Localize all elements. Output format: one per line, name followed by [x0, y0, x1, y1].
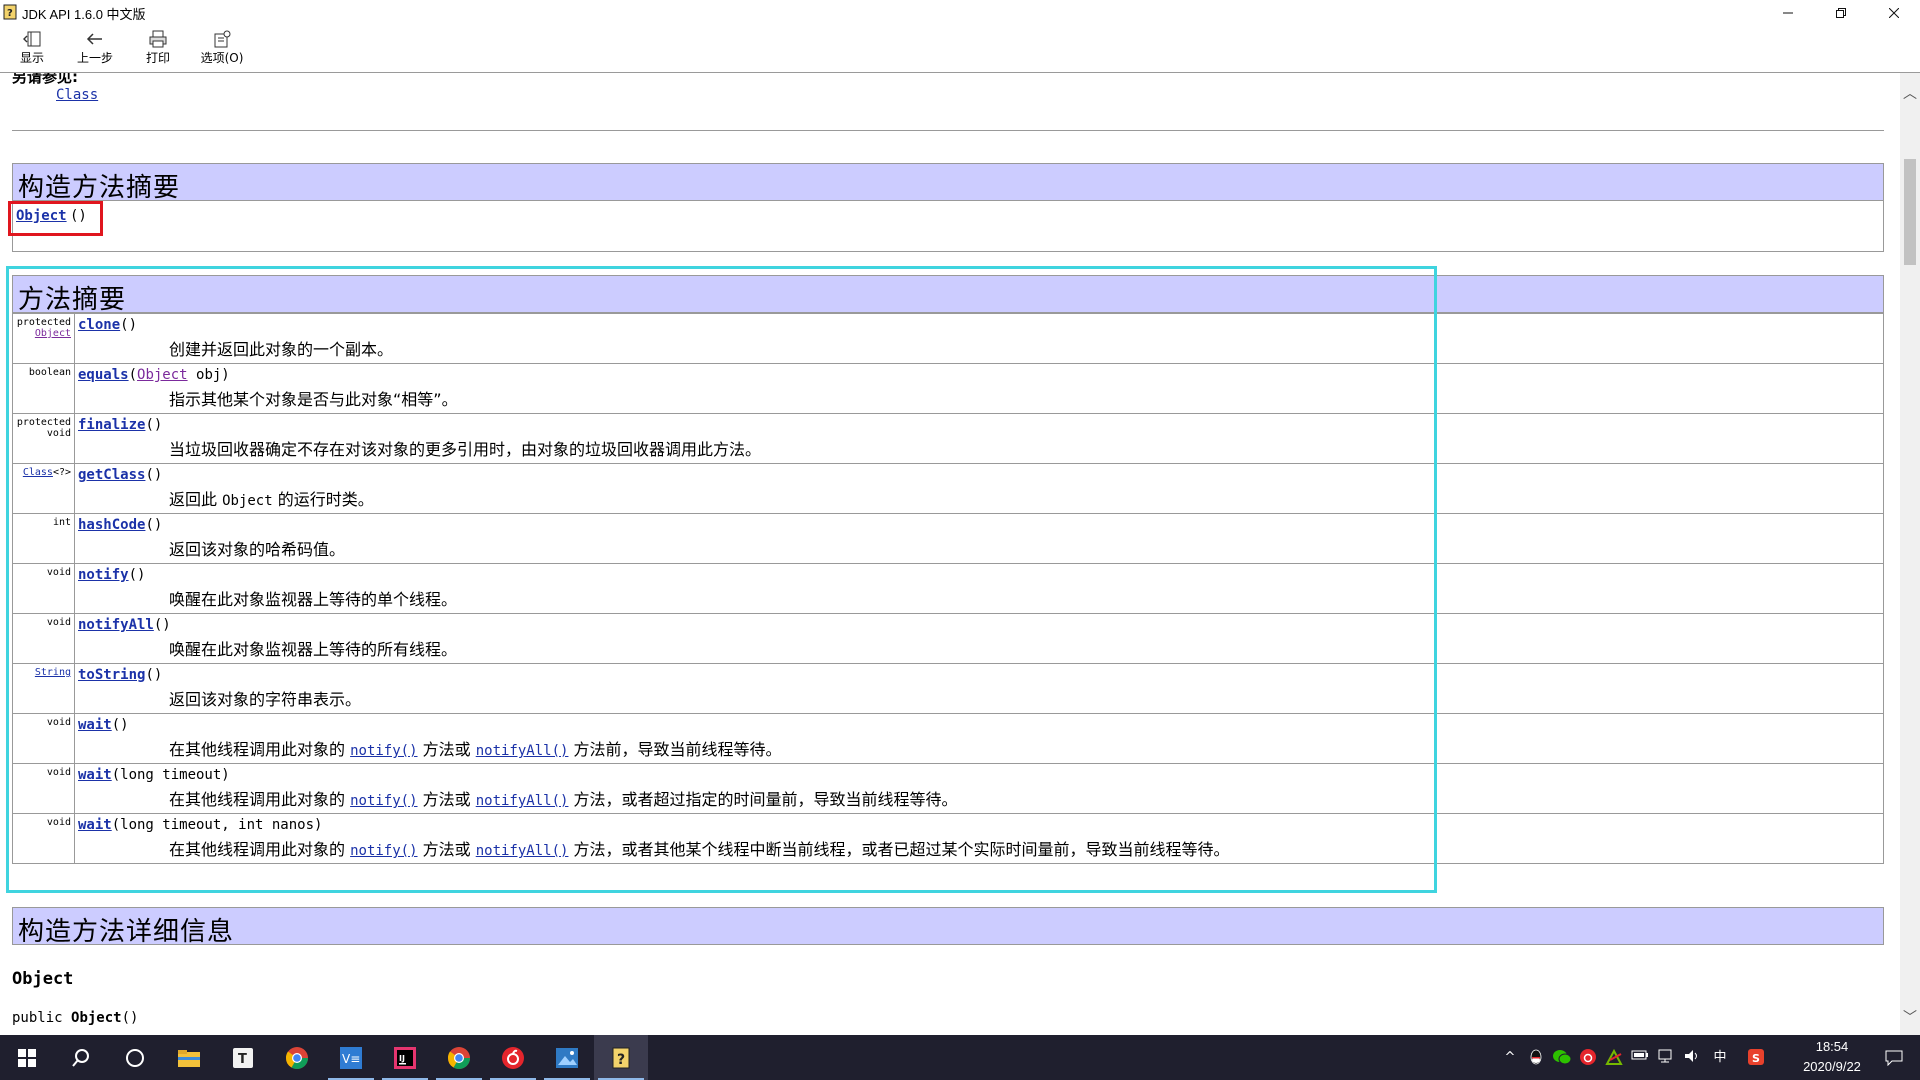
signature-modifier: public: [12, 1010, 72, 1026]
show-hidden-icons-chevron[interactable]: ^: [1500, 1048, 1520, 1068]
svg-text:T: T: [238, 1052, 247, 1067]
svg-text:?: ?: [617, 1052, 625, 1068]
battery-icon[interactable]: [1630, 1048, 1650, 1068]
back-button[interactable]: 上一步: [70, 28, 120, 70]
constructor-summary-title: 构造方法摘要: [18, 173, 181, 203]
scrollbar-thumb[interactable]: [1904, 159, 1916, 265]
sogou-icon[interactable]: S: [1746, 1048, 1766, 1068]
close-icon: [1889, 7, 1899, 18]
restore-button[interactable]: [1818, 0, 1864, 25]
volume-icon[interactable]: [1682, 1048, 1702, 1068]
intellij-idea-icon[interactable]: IJ: [378, 1035, 432, 1080]
constructor-row: Object (): [12, 201, 1884, 252]
constructor-detail-title: 构造方法详细信息: [18, 917, 235, 947]
netease-music-icon[interactable]: [486, 1035, 540, 1080]
scroll-up-arrow-icon[interactable]: ︿: [1900, 83, 1920, 103]
window-title: JDK API 1.6.0 中文版: [22, 7, 146, 22]
vertical-scrollbar[interactable]: ︿ ﹀: [1900, 73, 1920, 1035]
scroll-down-arrow-icon[interactable]: ﹀: [1900, 1007, 1920, 1027]
clock-time[interactable]: 18:54: [1800, 1039, 1864, 1054]
netease-music-tray-icon[interactable]: [1578, 1048, 1598, 1068]
restore-icon: [1836, 7, 1846, 18]
print-button[interactable]: 打印: [138, 28, 178, 70]
svg-text:S: S: [1752, 1052, 1760, 1065]
input-method-indicator[interactable]: 中: [1710, 1048, 1730, 1068]
nvidia-icon[interactable]: [1604, 1048, 1624, 1068]
photos-icon[interactable]: [540, 1035, 594, 1080]
show-label: 显示: [19, 51, 44, 65]
svg-text:V≡: V≡: [342, 1052, 360, 1066]
chrome-icon[interactable]: [432, 1035, 486, 1080]
qq-icon[interactable]: [1526, 1048, 1546, 1068]
options-label: 选项(O): [200, 51, 244, 65]
see-also-label: 另请参见:: [12, 73, 78, 86]
printer-icon: [149, 30, 167, 48]
document-viewport[interactable]: 另请参见: Class 构造方法摘要 Object () 方法摘要 protec…: [0, 73, 1900, 1035]
network-icon[interactable]: [1656, 1048, 1676, 1068]
search-icon[interactable]: [54, 1035, 108, 1080]
constructor-detail-name: Object: [12, 969, 74, 989]
see-also-class-link[interactable]: Class: [56, 87, 98, 103]
help-viewer-icon[interactable]: ?: [594, 1035, 648, 1080]
constructor-highlight-box: [8, 201, 103, 236]
windows-start-icon[interactable]: [0, 1035, 54, 1080]
constructor-detail-signature: public Object(): [12, 1010, 138, 1026]
print-label: 打印: [145, 51, 170, 65]
show-button[interactable]: 显示: [12, 28, 52, 70]
close-button[interactable]: [1871, 0, 1917, 25]
svg-text:IJ: IJ: [399, 1054, 405, 1063]
clock-date[interactable]: 2020/9/22: [1784, 1059, 1880, 1074]
options-icon: [214, 30, 231, 48]
divider: [12, 130, 1884, 131]
minimize-icon: [1783, 12, 1793, 13]
notification-center-icon[interactable]: [1872, 1035, 1916, 1080]
method-summary-highlight-box: [6, 266, 1437, 893]
minimize-button[interactable]: [1765, 0, 1811, 25]
constructor-detail-header: 构造方法详细信息: [12, 907, 1884, 947]
svg-text:?: ?: [7, 8, 13, 19]
help-app-icon: ?: [3, 4, 18, 20]
back-label: 上一步: [76, 51, 113, 65]
back-arrow-icon: [86, 33, 102, 45]
typora-icon[interactable]: T: [216, 1035, 270, 1080]
title-bar: ? JDK API 1.6.0 中文版: [0, 0, 1920, 25]
vs-code-icon[interactable]: V≡: [324, 1035, 378, 1080]
signature-parens: (): [121, 1010, 139, 1026]
wechat-icon[interactable]: [1552, 1048, 1572, 1068]
constructor-summary-header: 构造方法摘要: [12, 163, 1884, 203]
signature-name: Object: [71, 1010, 122, 1026]
show-pane-icon: [23, 31, 41, 47]
task-view-icon[interactable]: [108, 1035, 162, 1080]
options-button[interactable]: 选项(O): [193, 28, 251, 70]
chrome-icon[interactable]: [270, 1035, 324, 1080]
taskbar: T V≡ IJ ? ^ 中 S 18:54 2020/9/22: [0, 1035, 1920, 1080]
file-explorer-icon[interactable]: [162, 1035, 216, 1080]
toolbar: 显示 上一步 打印 选项(O): [0, 25, 1920, 73]
